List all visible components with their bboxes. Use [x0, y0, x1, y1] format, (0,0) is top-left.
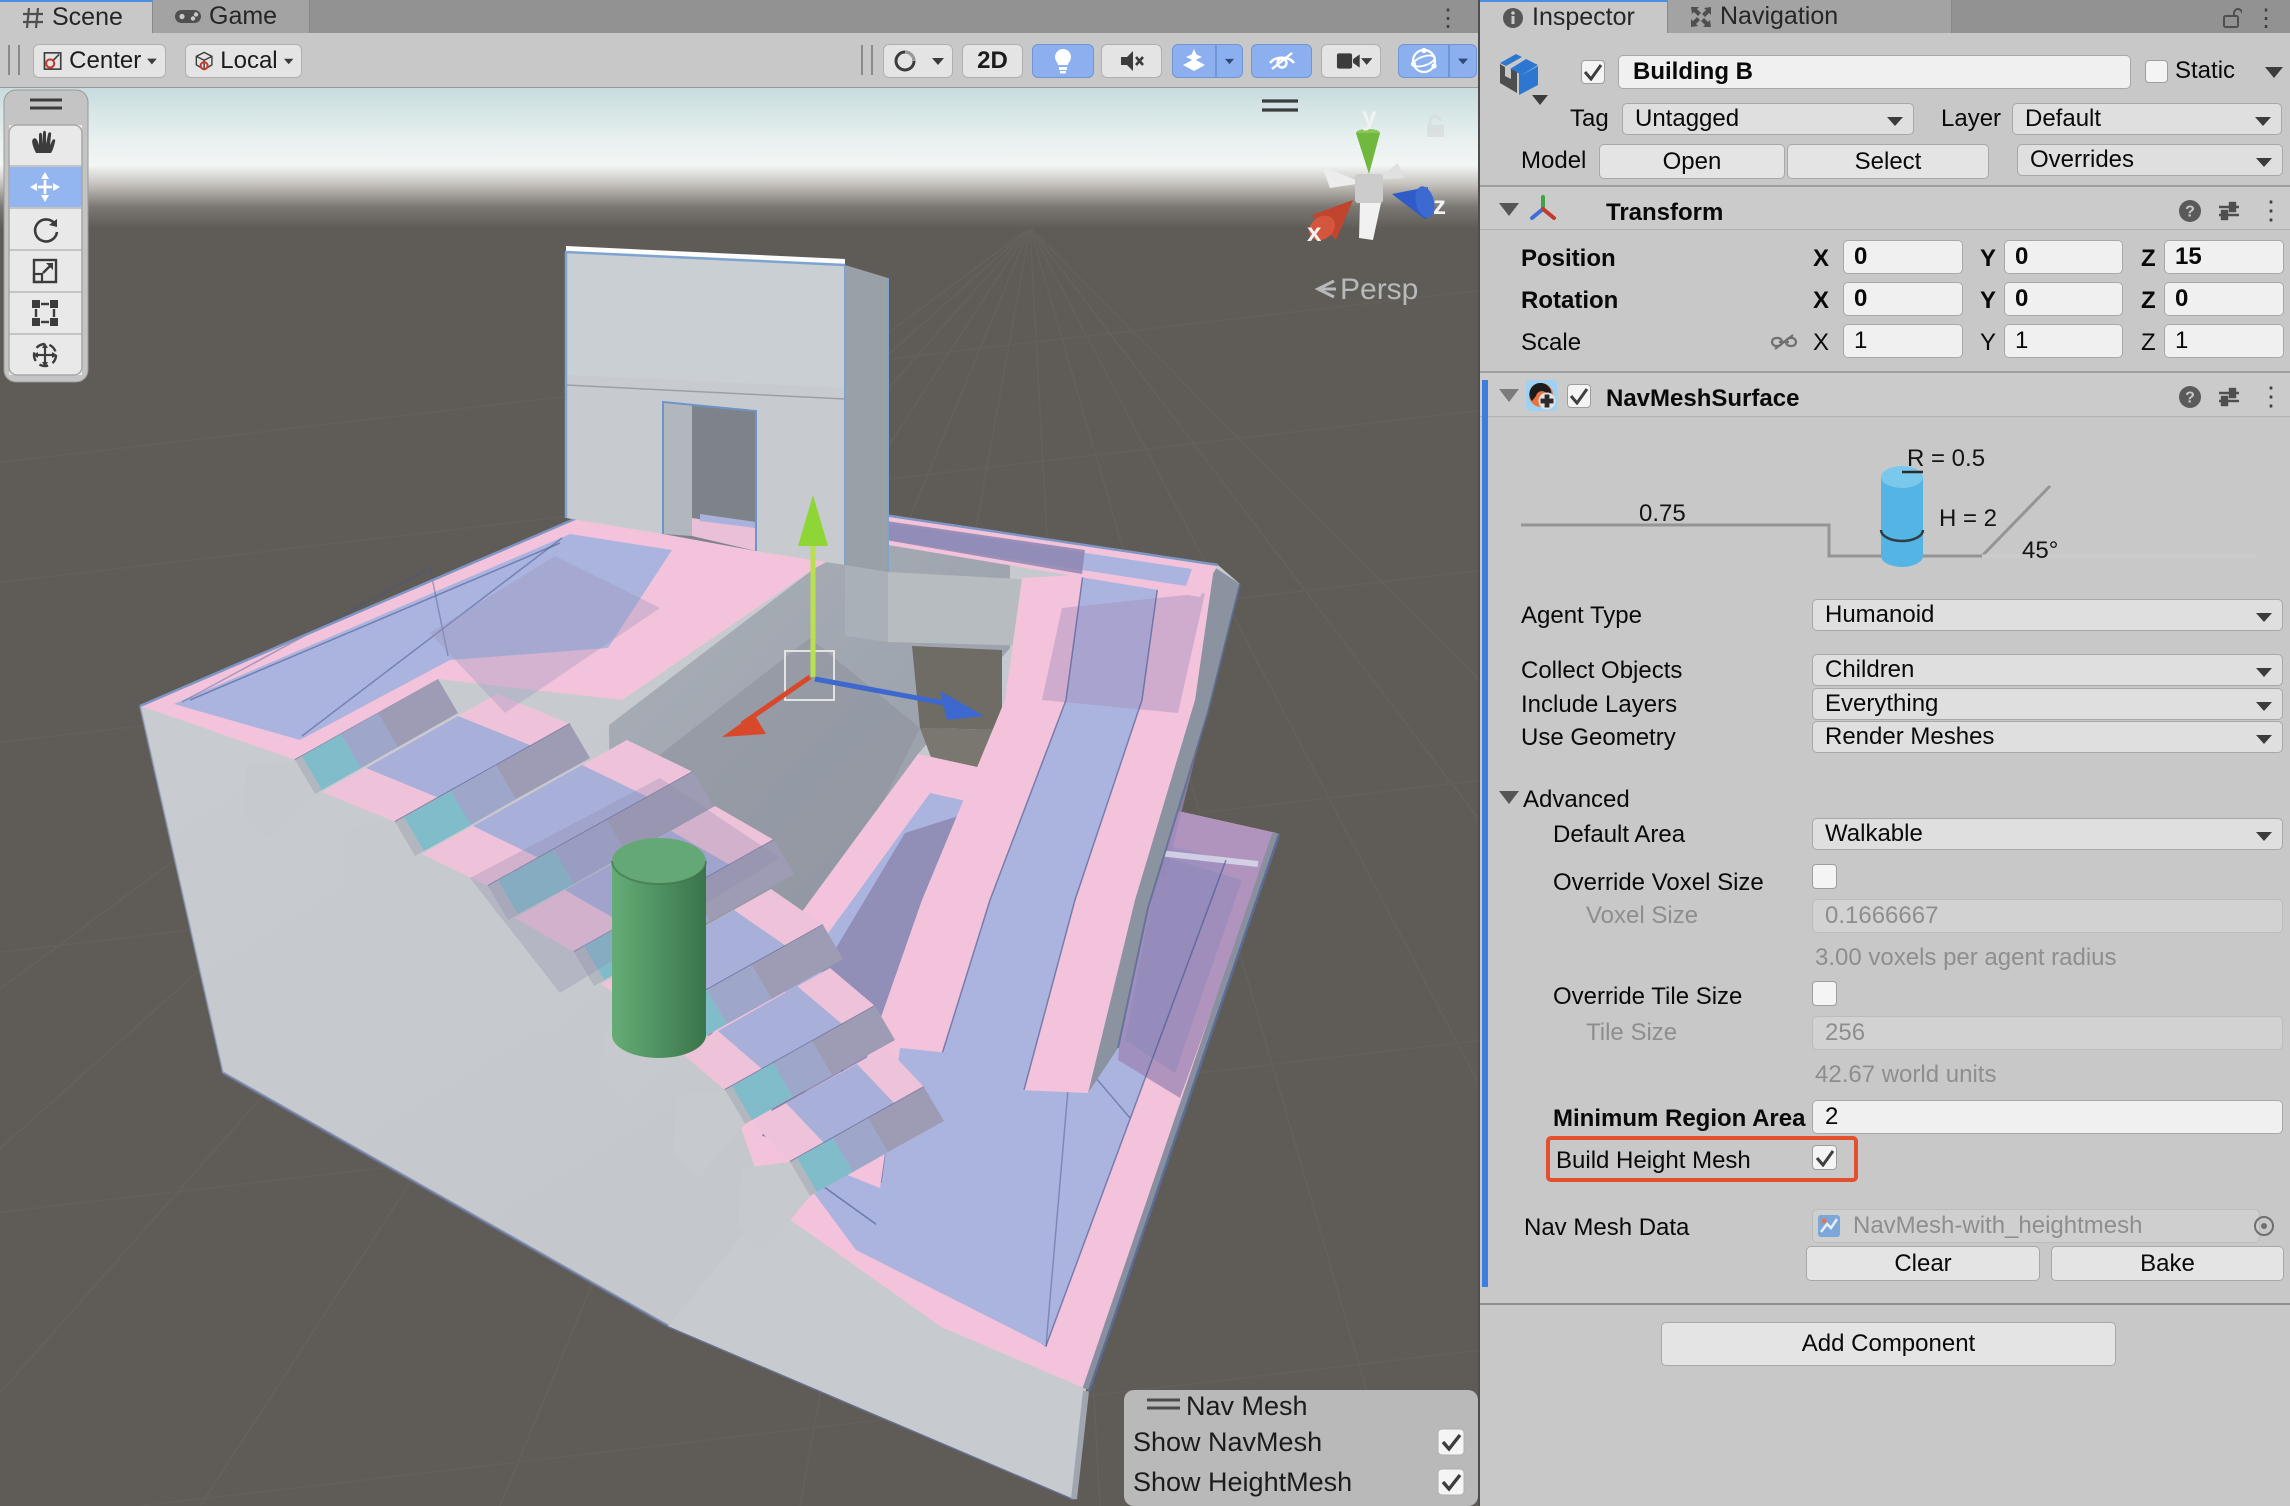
svg-text:z: z — [1433, 190, 1446, 220]
svg-text:x: x — [1307, 217, 1322, 247]
svg-text:y: y — [1362, 101, 1377, 131]
svg-text:Nav Mesh: Nav Mesh — [1186, 1391, 1308, 1421]
svg-text:Persp: Persp — [1340, 273, 1418, 306]
svg-text:H = 2: H = 2 — [1939, 505, 1997, 532]
svg-text:Show NavMesh: Show NavMesh — [1133, 1427, 1322, 1457]
svg-text:Show HeightMesh: Show HeightMesh — [1133, 1467, 1352, 1497]
svg-text:0.75: 0.75 — [1639, 500, 1686, 527]
svg-text:R = 0.5: R = 0.5 — [1907, 445, 1985, 472]
svg-text:45°: 45° — [2022, 537, 2058, 564]
